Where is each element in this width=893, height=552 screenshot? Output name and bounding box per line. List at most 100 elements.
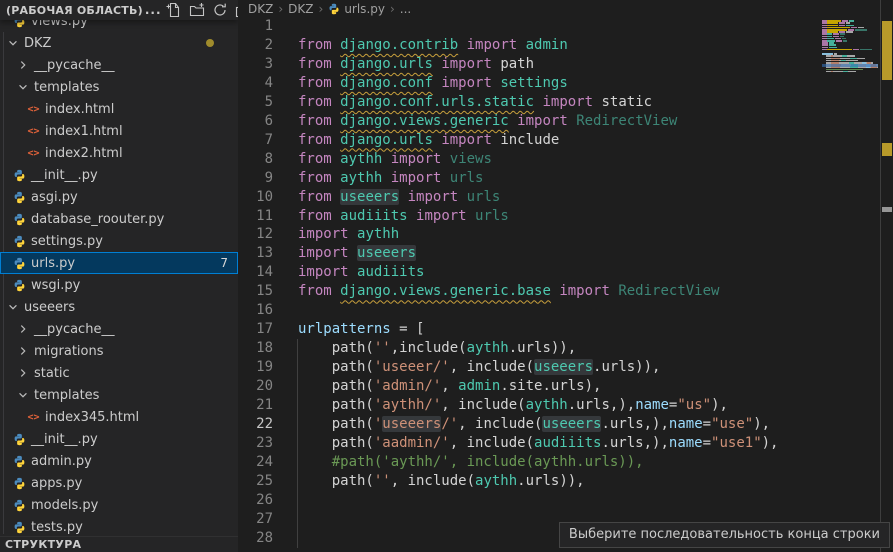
tree-item-index345-html[interactable]: <>index345.html bbox=[0, 406, 238, 428]
code-line-13[interactable]: import useeers bbox=[298, 244, 416, 263]
code-line-2[interactable]: from django.contrib import admin bbox=[298, 36, 568, 55]
tree-item-settings-py[interactable]: settings.py bbox=[0, 230, 238, 252]
code-line-4[interactable]: from django.conf import settings bbox=[298, 74, 568, 93]
tree-item-templates[interactable]: templates bbox=[0, 384, 238, 406]
code-line-19[interactable]: path('useeer/', include(useeers.urls)), bbox=[298, 358, 660, 377]
code-line-20[interactable]: path('admin/', admin.site.urls), bbox=[298, 377, 601, 396]
tree-item-index1-html[interactable]: <>index1.html bbox=[0, 120, 238, 142]
line-number-21[interactable]: 21 bbox=[239, 396, 273, 415]
tree-item-label: admin.py bbox=[31, 454, 92, 469]
minimap-line-6 bbox=[855, 29, 867, 31]
tree-item-migrations[interactable]: migrations bbox=[0, 340, 238, 362]
minimap-line-15 bbox=[853, 49, 859, 51]
python-icon bbox=[13, 279, 26, 292]
breadcrumb-item--[interactable]: ... bbox=[400, 2, 411, 16]
problems-badge: 7 bbox=[220, 256, 228, 270]
line-number-7[interactable]: 7 bbox=[239, 131, 273, 150]
html-icon: <> bbox=[27, 104, 39, 115]
minimap-line-25 bbox=[833, 71, 843, 73]
line-number-17[interactable]: 17 bbox=[239, 320, 273, 339]
line-number-25[interactable]: 25 bbox=[239, 472, 273, 491]
line-number-9[interactable]: 9 bbox=[239, 169, 273, 188]
tree-item-apps-py[interactable]: apps.py bbox=[0, 472, 238, 494]
python-icon bbox=[13, 521, 26, 534]
refresh-button[interactable] bbox=[210, 1, 230, 19]
more-actions-button[interactable]: ... bbox=[143, 3, 164, 17]
line-number-27[interactable]: 27 bbox=[239, 510, 273, 529]
code-line-5[interactable]: from django.conf.urls.static import stat… bbox=[298, 93, 652, 112]
tree-item-database-roouter-py[interactable]: database_roouter.py bbox=[0, 208, 238, 230]
new-folder-button[interactable] bbox=[187, 1, 207, 19]
line-number-22[interactable]: 22 bbox=[239, 415, 273, 434]
tree-item--pycache-[interactable]: __pycache__ bbox=[0, 54, 238, 76]
tree-item-asgi-py[interactable]: asgi.py bbox=[0, 186, 238, 208]
code-line-25[interactable]: path('', include(aythh.urls)), bbox=[298, 472, 585, 491]
outline-label: СТРУКТУРА bbox=[5, 538, 81, 551]
collapse-all-button[interactable] bbox=[233, 1, 238, 19]
ruler-marker-warning bbox=[882, 143, 892, 156]
line-number-3[interactable]: 3 bbox=[239, 55, 273, 74]
tree-item-label: index1.html bbox=[45, 124, 123, 139]
line-number-2[interactable]: 2 bbox=[239, 36, 273, 55]
code-line-9[interactable]: from aythh import urls bbox=[298, 169, 483, 188]
line-number-8[interactable]: 8 bbox=[239, 150, 273, 169]
line-number-28[interactable]: 28 bbox=[239, 529, 273, 548]
line-number-5[interactable]: 5 bbox=[239, 93, 273, 112]
line-number-14[interactable]: 14 bbox=[239, 263, 273, 282]
breadcrumb: DKZ›DKZ› urls.py›... bbox=[239, 0, 822, 17]
tree-item-dkz[interactable]: DKZ bbox=[0, 32, 238, 54]
code-line-10[interactable]: from useeers import urls bbox=[298, 188, 500, 207]
code-line-6[interactable]: from django.views.generic import Redirec… bbox=[298, 112, 677, 131]
line-number-26[interactable]: 26 bbox=[239, 491, 273, 510]
line-number-10[interactable]: 10 bbox=[239, 188, 273, 207]
collapse-all-icon bbox=[235, 2, 238, 18]
tree-item-index-html[interactable]: <>index.html bbox=[0, 98, 238, 120]
code-line-24[interactable]: #path('aythh/', include(aythh.urls)), bbox=[298, 453, 644, 472]
code-line-23[interactable]: path('aadmin/', include(audiiits.urls,),… bbox=[298, 434, 778, 453]
breadcrumb-item-urls-py[interactable]: urls.py bbox=[328, 2, 385, 16]
tree-item-wsgi-py[interactable]: wsgi.py bbox=[0, 274, 238, 296]
code-line-11[interactable]: from audiiits import urls bbox=[298, 207, 509, 226]
tree-item--init-py[interactable]: __init__.py bbox=[0, 428, 238, 450]
line-number-16[interactable]: 16 bbox=[239, 301, 273, 320]
outline-section-header[interactable]: СТРУКТУРА bbox=[0, 536, 238, 552]
tree-item-urls-py[interactable]: urls.py7 bbox=[0, 252, 238, 274]
line-number-18[interactable]: 18 bbox=[239, 339, 273, 358]
line-number-20[interactable]: 20 bbox=[239, 377, 273, 396]
line-number-12[interactable]: 12 bbox=[239, 225, 273, 244]
code-line-14[interactable]: import audiiits bbox=[298, 263, 424, 282]
minimap-line-11 bbox=[843, 40, 847, 42]
line-number-11[interactable]: 11 bbox=[239, 207, 273, 226]
line-number-15[interactable]: 15 bbox=[239, 282, 273, 301]
tree-item-models-py[interactable]: models.py bbox=[0, 494, 238, 516]
code-line-3[interactable]: from django.urls import path bbox=[298, 55, 534, 74]
code-line-15[interactable]: from django.views.generic.base import Re… bbox=[298, 282, 719, 301]
tree-item-useeers[interactable]: useeers bbox=[0, 296, 238, 318]
minimap[interactable] bbox=[822, 0, 878, 552]
new-file-button[interactable] bbox=[164, 1, 184, 19]
code-line-8[interactable]: from aythh import views bbox=[298, 150, 492, 169]
tree-item--pycache-[interactable]: __pycache__ bbox=[0, 318, 238, 340]
breadcrumb-item-dkz[interactable]: DKZ bbox=[248, 2, 273, 16]
breadcrumb-item-dkz[interactable]: DKZ bbox=[288, 2, 313, 16]
code-line-7[interactable]: from django.urls import include bbox=[298, 131, 559, 150]
line-number-4[interactable]: 4 bbox=[239, 74, 273, 93]
tree-item-index2-html[interactable]: <>index2.html bbox=[0, 142, 238, 164]
tree-item--init-py[interactable]: __init__.py bbox=[0, 164, 238, 186]
line-number-24[interactable]: 24 bbox=[239, 453, 273, 472]
tree-item-static[interactable]: static bbox=[0, 362, 238, 384]
code-line-17[interactable]: urlpatterns = [ bbox=[298, 320, 424, 339]
code-line-21[interactable]: path('aythh/', include(aythh.urls,),name… bbox=[298, 396, 728, 415]
code-line-18[interactable]: path('',include(aythh.urls)), bbox=[298, 339, 576, 358]
line-number-19[interactable]: 19 bbox=[239, 358, 273, 377]
line-number-1[interactable]: 1 bbox=[239, 17, 273, 36]
line-number-23[interactable]: 23 bbox=[239, 434, 273, 453]
line-number-6[interactable]: 6 bbox=[239, 112, 273, 131]
tree-item-templates[interactable]: templates bbox=[0, 76, 238, 98]
code-line-22[interactable]: path('useeers/', include(useeers.urls,),… bbox=[298, 415, 770, 434]
tree-item-tests-py[interactable]: tests.py bbox=[0, 516, 238, 538]
tree-item-admin-py[interactable]: admin.py bbox=[0, 450, 238, 472]
code-line-12[interactable]: import aythh bbox=[298, 225, 399, 244]
line-number-13[interactable]: 13 bbox=[239, 244, 273, 263]
code-editor[interactable]: DKZ›DKZ› urls.py›... 12 from django.contr… bbox=[239, 0, 822, 552]
